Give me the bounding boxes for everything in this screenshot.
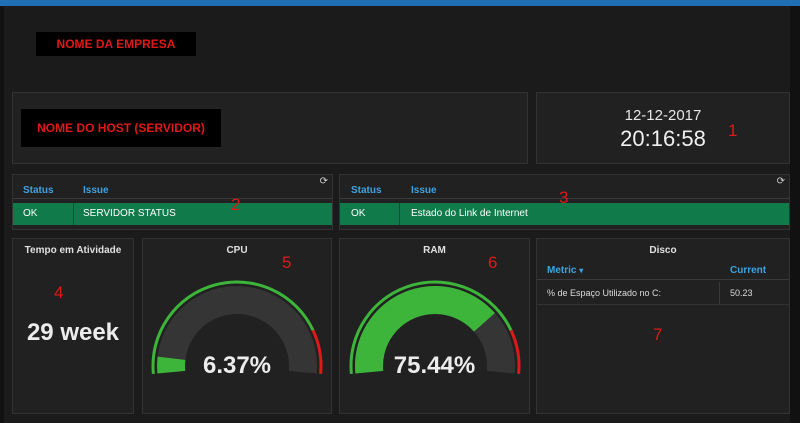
- company-name-label: NOME DA EMPRESA: [36, 32, 196, 56]
- column-header-issue[interactable]: Issue: [83, 185, 109, 196]
- uptime-panel: Tempo em Atividade 29 week: [12, 238, 134, 414]
- annotation-marker-4: 4: [54, 283, 64, 302]
- host-panel: NOME DO HOST (SERVIDOR): [12, 92, 528, 164]
- ram-value: 75.44%: [393, 352, 476, 379]
- row-metric: % de Espaço Utilizado no C:: [547, 288, 662, 298]
- ram-gauge-panel: RAM 75.44%: [339, 238, 530, 414]
- row-current: 50.23: [730, 288, 753, 298]
- status-panel-server: ⟳ Status Issue OK SERVIDOR STATUS: [12, 174, 333, 230]
- left-edge: [0, 6, 4, 423]
- host-name-label: NOME DO HOST (SERVIDOR): [21, 109, 221, 147]
- row-status: OK: [351, 208, 366, 219]
- disk-title: Disco: [649, 245, 677, 256]
- column-header-status[interactable]: Status: [23, 185, 54, 196]
- scrollbar-track[interactable]: [790, 6, 800, 423]
- top-accent-bar: [0, 0, 800, 6]
- clock-date: 12-12-2017: [624, 107, 702, 124]
- column-header-status[interactable]: Status: [351, 185, 382, 196]
- annotation-marker-5: 5: [282, 253, 292, 272]
- clock-panel: 12-12-2017 20:16:58: [536, 92, 790, 164]
- column-header-issue[interactable]: Issue: [411, 185, 437, 196]
- column-header-current[interactable]: Current: [730, 265, 766, 276]
- annotation-marker-7: 7: [653, 325, 663, 344]
- ram-title: RAM: [423, 245, 446, 256]
- cell-divider: [399, 203, 400, 225]
- cpu-title: CPU: [226, 245, 248, 256]
- ram-gauge: [349, 280, 521, 375]
- disk-panel: Disco Metric ▾ Current % de Espaço Utili…: [536, 238, 790, 414]
- annotation-marker-1: 1: [728, 121, 738, 140]
- sort-caret-icon[interactable]: ▾: [579, 266, 583, 275]
- table-row[interactable]: % de Espaço Utilizado no C: 50.23: [537, 282, 789, 305]
- annotation-marker-6: 6: [488, 253, 498, 272]
- cpu-value: 6.37%: [202, 352, 272, 379]
- column-header-metric-label: Metric: [547, 265, 577, 276]
- row-issue: Estado do Link de Internet: [411, 208, 528, 219]
- cpu-gauge: [151, 280, 323, 375]
- annotation-marker-2: 2: [231, 195, 241, 214]
- clock-time: 20:16:58: [620, 126, 706, 151]
- annotation-marker-3: 3: [559, 188, 569, 207]
- status-table-header: Status Issue: [13, 184, 332, 199]
- column-header-metric[interactable]: Metric ▾: [547, 265, 583, 276]
- row-status: OK: [23, 208, 38, 219]
- uptime-title: Tempo em Atividade: [24, 245, 122, 256]
- table-row[interactable]: OK SERVIDOR STATUS: [13, 203, 332, 225]
- cell-divider: [73, 203, 74, 225]
- cpu-gauge-panel: CPU 6.37%: [142, 238, 332, 414]
- cell-divider: [719, 282, 720, 304]
- disk-table-header: Metric ▾ Current: [537, 263, 789, 280]
- uptime-value: 29 week: [26, 319, 120, 346]
- row-issue: SERVIDOR STATUS: [83, 208, 176, 219]
